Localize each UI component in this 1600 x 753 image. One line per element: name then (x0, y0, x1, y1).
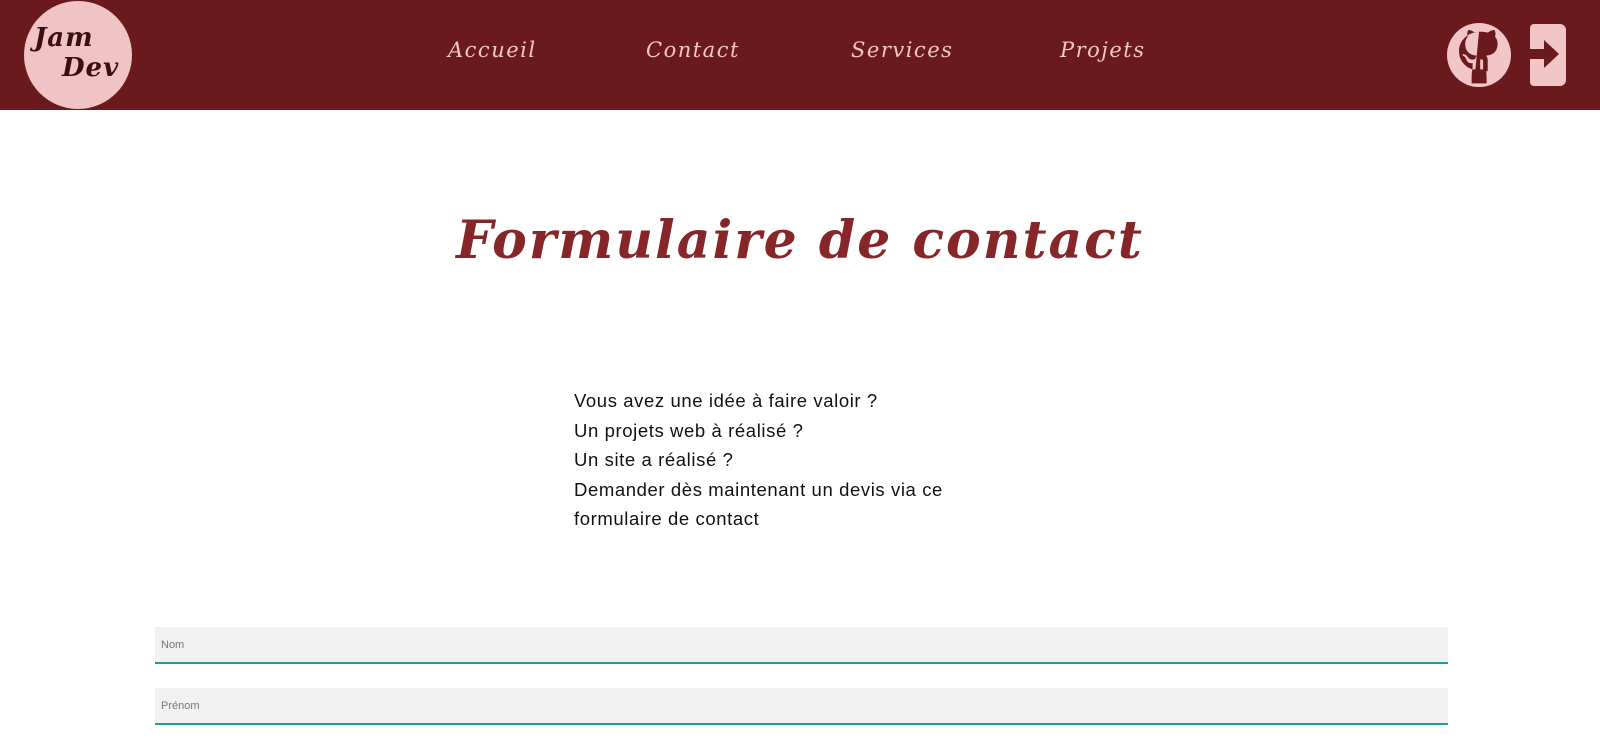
navbar: Jam Dev Accueil Contact Services Projets (0, 0, 1600, 110)
intro-line: Un site a réalisé ? (574, 449, 734, 470)
intro-text: Vous avez une idée à faire valoir ? Un p… (574, 386, 994, 534)
logo-text-line1: Jam (34, 23, 94, 53)
nom-input[interactable] (155, 627, 1448, 664)
logo[interactable]: Jam Dev (24, 1, 132, 109)
intro-line: formulaire de contact (574, 508, 760, 529)
nav-link-accueil[interactable]: Accueil (448, 38, 537, 62)
github-icon[interactable] (1446, 22, 1512, 88)
intro-line: Vous avez une idée à faire valoir ? (574, 390, 878, 411)
nav-link-contact[interactable]: Contact (646, 38, 740, 62)
nav-link-projets[interactable]: Projets (1060, 38, 1145, 62)
intro-line: Un projets web à réalisé ? (574, 419, 804, 441)
nav-link-services[interactable]: Services (851, 38, 953, 62)
logo-text-line2: Dev (62, 53, 120, 83)
prenom-input[interactable] (155, 688, 1448, 725)
login-icon[interactable] (1526, 24, 1566, 86)
intro-line: Demander dès maintenant un devis via ce (574, 478, 943, 500)
page-title: Formulaire de contact (456, 210, 1144, 271)
